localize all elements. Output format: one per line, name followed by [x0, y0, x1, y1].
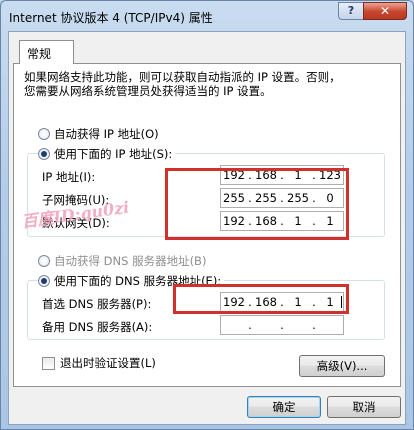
close-button[interactable]: ✕ — [363, 2, 407, 20]
gateway-octet-1: 192 — [223, 214, 245, 228]
preferred-dns-field[interactable]: 192. 168. 1. 1 — [220, 292, 344, 312]
radio-dot — [38, 128, 50, 140]
title-bar: Internet 协议版本 4 (TCP/IPv4) 属性 ? ✕ — [1, 1, 413, 31]
text-cursor — [341, 296, 342, 308]
gateway-octet-2: 168 — [255, 214, 277, 228]
mask-octet-4: 0 — [326, 191, 334, 205]
help-button[interactable]: ? — [338, 2, 364, 20]
cancel-button[interactable]: 取消 — [327, 396, 401, 418]
description-line-2: 您需要从网络系统管理员处获得适当的 IP 设置。 — [24, 84, 272, 98]
ok-button[interactable]: 确定 — [247, 396, 321, 418]
radio-auto-ip[interactable]: 自动获得 IP 地址(O) — [38, 126, 159, 142]
default-gateway-field[interactable]: 192. 168. 1. 1 — [220, 211, 344, 231]
dialog-window: Internet 协议版本 4 (TCP/IPv4) 属性 ? ✕ 常规 如果网… — [0, 0, 414, 430]
pdns-octet-2: 168 — [255, 295, 277, 309]
radio-manual-dns[interactable]: 使用下面的 DNS 服务器地址(E): — [38, 273, 225, 289]
tab-general[interactable]: 常规 — [19, 40, 74, 64]
validate-settings-checkbox[interactable]: 退出时验证设置(L) — [42, 355, 156, 371]
ip-address-field[interactable]: 192. 168. 1. 123 — [220, 165, 344, 185]
radio-auto-ip-label: 自动获得 IP 地址(O) — [54, 127, 159, 141]
radio-manual-dns-label: 使用下面的 DNS 服务器地址(E): — [54, 274, 222, 288]
gateway-octet-4: 1 — [326, 214, 334, 228]
gateway-octet-3: 1 — [294, 214, 302, 228]
radio-dot-selected — [38, 275, 50, 287]
window-title: Internet 协议版本 4 (TCP/IPv4) 属性 — [9, 11, 213, 25]
ip-octet-1: 192 — [223, 168, 245, 182]
radio-manual-ip-label: 使用下面的 IP 地址(S): — [54, 147, 173, 161]
preferred-dns-label: 首选 DNS 服务器(P): — [42, 297, 152, 311]
radio-auto-dns[interactable]: 自动获得 DNS 服务器地址(B) — [38, 253, 206, 269]
pdns-octet-1: 192 — [223, 295, 245, 309]
ip-octet-3: 1 — [294, 168, 302, 182]
ip-address-label: IP 地址(I): — [42, 170, 96, 184]
radio-dot — [38, 255, 50, 267]
alternate-dns-field[interactable]: . . . — [220, 315, 344, 335]
checkbox-box — [42, 356, 55, 370]
pdns-octet-4: 1 — [326, 295, 334, 309]
pdns-octet-3: 1 — [294, 295, 302, 309]
mask-octet-1: 255 — [223, 191, 245, 205]
mask-octet-3: 255 — [287, 191, 309, 205]
description-text: 如果网络支持此功能，则可以获取自动指派的 IP 设置。否则， 您需要从网络系统管… — [24, 70, 384, 98]
validate-settings-label: 退出时验证设置(L) — [60, 356, 156, 370]
ip-octet-4: 123 — [319, 168, 341, 182]
radio-manual-ip[interactable]: 使用下面的 IP 地址(S): — [38, 146, 176, 162]
ip-octet-2: 168 — [255, 168, 277, 182]
radio-auto-dns-label: 自动获得 DNS 服务器地址(B) — [54, 254, 207, 268]
subnet-mask-field[interactable]: 255. 255. 255. 0 — [220, 188, 344, 208]
mask-octet-2: 255 — [255, 191, 277, 205]
dialog-body: 常规 如果网络支持此功能，则可以获取自动指派的 IP 设置。否则， 您需要从网络… — [8, 31, 406, 425]
advanced-button[interactable]: 高级(V)... — [299, 355, 385, 377]
alternate-dns-label: 备用 DNS 服务器(A): — [42, 320, 153, 334]
description-line-1: 如果网络支持此功能，则可以获取自动指派的 IP 设置。否则， — [24, 70, 341, 84]
radio-dot-selected — [38, 148, 50, 160]
